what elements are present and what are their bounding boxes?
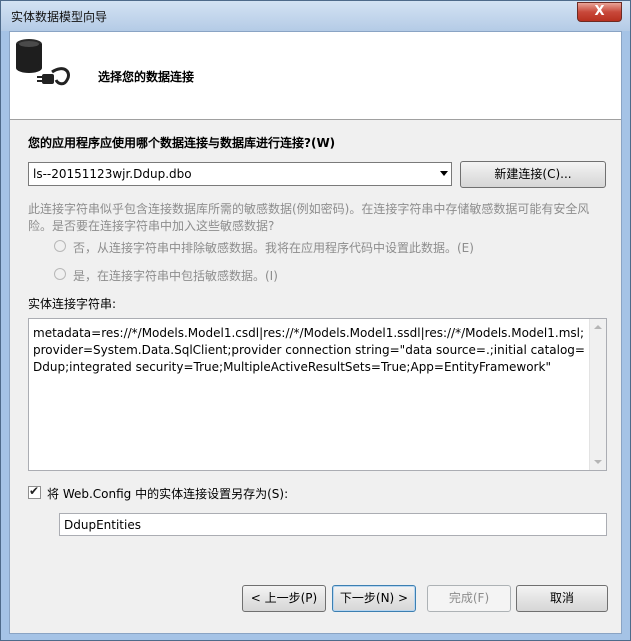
title-bar[interactable]: 实体数据模型向导 X [1, 1, 630, 31]
exclude-sensitive-radio[interactable] [54, 240, 66, 252]
entities-name-value: DdupEntities [64, 518, 141, 532]
connection-select[interactable]: ls--20151123wjr.Ddup.dbo [28, 162, 452, 186]
include-sensitive-label: 是，在连接字符串中包括敏感数据。(I) [73, 269, 278, 283]
close-button[interactable]: X [577, 2, 622, 22]
entity-connection-textarea[interactable]: metadata=res://*/Models.Model1.csdl|res:… [28, 318, 607, 471]
save-config-label: 将 Web.Config 中的实体连接设置另存为(S): [47, 487, 289, 501]
window-title: 实体数据模型向导 [11, 10, 108, 24]
entities-name-input[interactable]: DdupEntities [59, 513, 607, 536]
close-icon: X [594, 4, 605, 19]
wizard-window: 实体数据模型向导 X 选择您的数据连接 您的应用程序应使用哪个数据连接与数据库进… [0, 0, 631, 641]
wizard-header: 选择您的数据连接 [10, 32, 621, 120]
entity-connection-label: 实体连接字符串: [28, 297, 117, 311]
wizard-body: 选择您的数据连接 您的应用程序应使用哪个数据连接与数据库进行连接?(W) ls-… [9, 31, 622, 634]
database-plug-icon [16, 39, 70, 86]
next-button[interactable]: 下一步(N) > [332, 585, 416, 612]
scroll-down-icon[interactable] [594, 460, 602, 464]
include-sensitive-radio[interactable] [54, 268, 66, 280]
connection-select-value: ls--20151123wjr.Ddup.dbo [33, 167, 192, 181]
finish-button[interactable]: 完成(F) [427, 585, 511, 612]
entity-connection-value: metadata=res://*/Models.Model1.csdl|res:… [33, 326, 585, 374]
chevron-down-icon[interactable] [440, 171, 448, 176]
vertical-scrollbar[interactable] [589, 319, 606, 470]
exclude-sensitive-label: 否，从连接字符串中排除敏感数据。我将在应用程序代码中设置此数据。(E) [73, 241, 474, 255]
back-button[interactable]: < 上一步(P) [242, 585, 326, 612]
scroll-up-icon[interactable] [594, 325, 602, 329]
save-config-checkbox[interactable]: ✔ [28, 484, 41, 499]
checkmark-icon: ✔ [29, 484, 40, 498]
step-title: 选择您的数据连接 [98, 70, 195, 84]
sensitive-warning-line2: 险。是否要在连接字符串中加入这些敏感数据? [28, 219, 275, 233]
cancel-button[interactable]: 取消 [516, 585, 608, 612]
new-connection-button[interactable]: 新建连接(C)... [460, 161, 606, 188]
sensitive-warning-line1: 此连接字符串似乎包含连接数据库所需的敏感数据(例如密码)。在连接字符串中存储敏感… [28, 202, 590, 216]
connection-question: 您的应用程序应使用哪个数据连接与数据库进行连接?(W) [28, 136, 336, 150]
